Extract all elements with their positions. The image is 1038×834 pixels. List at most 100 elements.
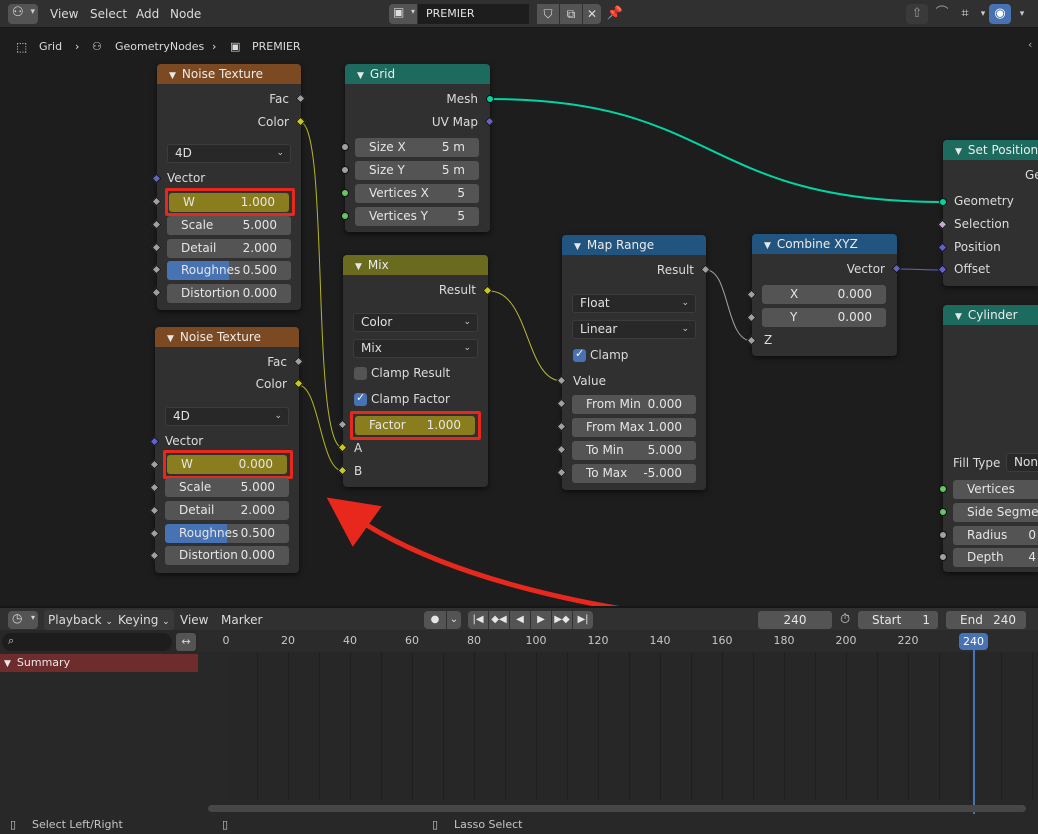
input-w-socket[interactable] — [151, 196, 162, 207]
collapse-triangle-icon[interactable]: ▼ — [574, 242, 581, 252]
input-from-max-socket[interactable] — [556, 421, 567, 432]
menu-node[interactable]: Node — [170, 0, 201, 28]
input-radius-socket[interactable] — [939, 531, 947, 539]
distortion-field[interactable]: Distortion 0.000 — [165, 546, 289, 565]
output-mesh-socket[interactable] — [486, 95, 494, 103]
radius-field[interactable]: Radius 0 — [953, 526, 1038, 545]
input-to-max-socket[interactable] — [556, 467, 567, 478]
snap-icon[interactable]: ⌒ — [931, 4, 953, 24]
input-side-segments-socket[interactable] — [939, 508, 947, 516]
editor-type-button[interactable]: ⚇ ▾ — [8, 4, 38, 24]
play-reverse-icon[interactable]: ◀ — [510, 611, 530, 629]
input-roughness-socket[interactable] — [149, 528, 160, 539]
noise-texture-node-1[interactable]: ▼ Noise Texture Fac Color 4D ⌄ Vector W 1.0… — [151, 64, 306, 310]
depth-field[interactable]: Depth 4 — [953, 548, 1038, 567]
input-detail-socket[interactable] — [149, 505, 160, 516]
input-w-socket[interactable] — [149, 459, 160, 470]
data-type-dropdown[interactable]: Color ⌄ — [353, 313, 478, 332]
input-scale-socket[interactable] — [151, 219, 162, 230]
playhead-frame-label[interactable]: 240 — [959, 633, 988, 650]
only-show-selected-icon[interactable]: ↔ — [176, 633, 196, 651]
jump-next-keyframe-icon[interactable]: ▶◆ — [552, 611, 572, 629]
output-result-socket[interactable] — [482, 285, 493, 296]
vertices-x-field[interactable]: Vertices X 5 — [355, 184, 479, 203]
cylinder-node[interactable]: ▼ Cylinder Fill Type None Vertices Side S… — [939, 305, 1038, 572]
set-position-node[interactable]: ▼ Set Position Ge Geometry Selection Posi… — [937, 140, 1038, 286]
collapse-triangle-icon[interactable]: ▼ — [955, 312, 962, 322]
dimensions-dropdown[interactable]: 4D ⌄ — [165, 407, 289, 426]
from-min-field[interactable]: From Min 0.000 — [572, 395, 696, 414]
dimensions-dropdown[interactable]: 4D ⌄ — [167, 144, 291, 163]
roughness-field[interactable]: Roughnes 0.500 — [167, 261, 291, 280]
detail-field[interactable]: Detail 2.000 — [165, 501, 289, 520]
pin-icon[interactable]: 📌 — [604, 4, 626, 24]
node-header[interactable]: ▼ Set Position — [943, 140, 1038, 160]
keyframe-area[interactable] — [230, 652, 1038, 800]
collapse-triangle-icon[interactable]: ▼ — [167, 334, 174, 344]
input-position-socket[interactable] — [937, 242, 948, 253]
menu-select[interactable]: Select — [90, 0, 127, 28]
node-header[interactable]: ▼ Mix — [343, 255, 488, 275]
jump-prev-keyframe-icon[interactable]: ◆◀ — [489, 611, 509, 629]
collapse-triangle-icon[interactable]: ▼ — [764, 241, 771, 251]
output-fac-socket[interactable] — [295, 93, 306, 104]
input-from-min-socket[interactable] — [556, 398, 567, 409]
input-geometry-socket[interactable] — [939, 198, 947, 206]
editor-type-button[interactable]: ◷ ▾ — [8, 611, 38, 629]
output-vector-socket[interactable] — [891, 263, 902, 274]
input-vertices-y-socket[interactable] — [341, 212, 349, 220]
fill-type-dropdown[interactable]: None — [1006, 453, 1038, 472]
output-color-socket[interactable] — [295, 116, 306, 127]
play-icon[interactable]: ▶ — [531, 611, 551, 629]
summary-row[interactable]: ▼ Summary — [0, 654, 198, 672]
input-selection-socket[interactable] — [937, 219, 948, 230]
menu-add[interactable]: Add — [136, 0, 159, 28]
from-max-field[interactable]: From Max 1.000 — [572, 418, 696, 437]
input-scale-socket[interactable] — [149, 482, 160, 493]
chevron-down-icon[interactable]: ⌄ — [447, 611, 461, 629]
input-b-socket[interactable] — [337, 465, 348, 476]
input-z-socket[interactable] — [746, 335, 757, 346]
playback-menu[interactable]: Playback ⌄ — [44, 610, 117, 630]
stopwatch-icon[interactable]: ⏱ — [840, 608, 850, 632]
input-a-socket[interactable] — [337, 442, 348, 453]
input-size-y-socket[interactable] — [341, 166, 349, 174]
y-field[interactable]: Y 0.000 — [762, 308, 886, 327]
channel-search-input[interactable]: ⌕ — [2, 633, 172, 651]
size-y-field[interactable]: Size Y 5 m — [355, 161, 479, 180]
input-detail-socket[interactable] — [151, 242, 162, 253]
start-frame-field[interactable]: Start 1 — [858, 611, 938, 629]
vertices-field[interactable]: Vertices — [953, 480, 1038, 499]
input-vertices-x-socket[interactable] — [341, 189, 349, 197]
parent-node-tree-icon[interactable]: ⇧ — [906, 4, 928, 24]
input-x-socket[interactable] — [746, 289, 757, 300]
mix-node[interactable]: ▼ Mix Result Color ⌄ Mix ⌄ Clamp Result Cla… — [337, 255, 493, 487]
fake-user-shield-icon[interactable]: ⛉ — [537, 4, 559, 24]
input-size-x-socket[interactable] — [341, 143, 349, 151]
frame-ruler[interactable]: 0 20 40 60 80 100 120 140 160 180 200 220 — [198, 630, 1038, 652]
collapse-triangle-icon[interactable]: ▼ — [357, 71, 364, 81]
input-vertices-socket[interactable] — [939, 485, 947, 493]
noise-texture-node-2[interactable]: ▼ Noise Texture Fac Color 4D ⌄ Vector W 0.0… — [149, 327, 304, 573]
jump-start-icon[interactable]: |◀ — [468, 611, 488, 629]
collapse-triangle-icon[interactable]: ▼ — [955, 147, 962, 157]
node-group-name-field[interactable]: PREMIER — [418, 4, 529, 24]
vertices-y-field[interactable]: Vertices Y 5 — [355, 207, 479, 226]
horizontal-scrollbar[interactable] — [208, 805, 1026, 812]
detail-field[interactable]: Detail 2.000 — [167, 239, 291, 258]
size-x-field[interactable]: Size X 5 m — [355, 138, 479, 157]
blend-mode-dropdown[interactable]: Mix ⌄ — [353, 339, 478, 358]
interpolation-dropdown[interactable]: Linear ⌄ — [572, 320, 696, 339]
chevron-down-icon[interactable]: ▾ — [1011, 4, 1033, 24]
clamp-factor-checkbox[interactable] — [354, 391, 367, 406]
menu-view[interactable]: View — [180, 608, 208, 632]
current-frame-field[interactable]: 240 — [758, 611, 832, 629]
roughness-field[interactable]: Roughnes 0.500 — [165, 524, 289, 543]
node-tree-browse-button[interactable]: ▣ ▾ — [389, 4, 417, 24]
expand-triangle-icon[interactable]: ▼ — [4, 659, 11, 669]
output-color-socket[interactable] — [293, 378, 304, 389]
node-header[interactable]: ▼ Noise Texture — [157, 64, 301, 84]
clamp-result-checkbox[interactable] — [354, 367, 367, 380]
collapse-triangle-icon[interactable]: ▼ — [355, 262, 362, 272]
to-max-field[interactable]: To Max -5.000 — [572, 464, 696, 483]
